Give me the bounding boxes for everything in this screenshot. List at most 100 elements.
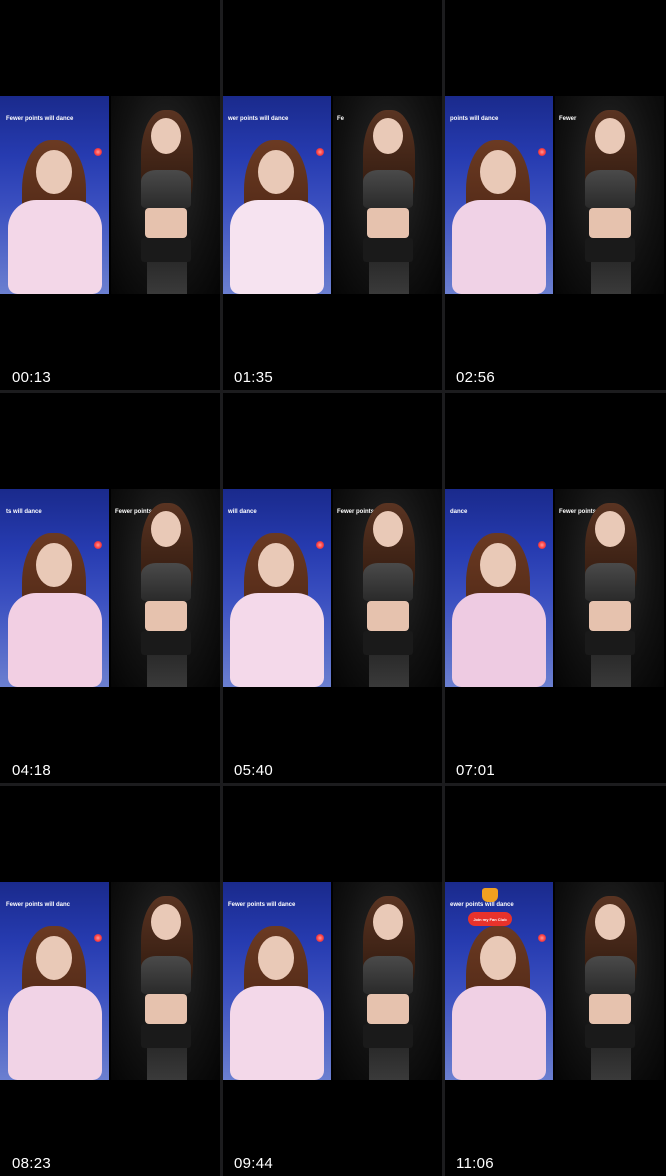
crown-icon bbox=[482, 888, 498, 902]
performer-face bbox=[373, 904, 403, 940]
right-split-frame: Fewer bbox=[555, 96, 664, 294]
stream-caption-secondary: Fewer points bbox=[115, 509, 153, 515]
performer-face bbox=[595, 118, 625, 154]
stage-light-icon bbox=[538, 148, 546, 156]
stream-caption: wer points will dance bbox=[228, 116, 289, 122]
video-thumbnail[interactable]: points will dance Fewer 02:56 bbox=[444, 0, 664, 390]
performer-waist bbox=[145, 994, 187, 1024]
stage-light-icon bbox=[316, 148, 324, 156]
thumbnail-image: Fewer points will danc bbox=[0, 882, 220, 1080]
timestamp-label: 01:35 bbox=[234, 369, 274, 386]
left-split-frame: points will dance bbox=[444, 96, 553, 294]
performer-face bbox=[595, 511, 625, 547]
performer-top bbox=[585, 563, 635, 601]
stream-caption: points will dance bbox=[450, 116, 499, 122]
video-thumbnail[interactable]: Fewer points will dance 00:13 bbox=[0, 0, 220, 390]
video-thumbnail[interactable]: Fewer points will dance 09:44 bbox=[222, 786, 442, 1176]
performer-top bbox=[141, 170, 191, 208]
performer-legs bbox=[147, 1048, 187, 1080]
stage-light-icon bbox=[94, 541, 102, 549]
stage-light-icon bbox=[94, 148, 102, 156]
video-thumbnail[interactable]: ts will dance Fewer points 04:18 bbox=[0, 393, 220, 783]
fan-club-badge: Join my Fan Club bbox=[468, 912, 512, 926]
right-split-frame: Fe bbox=[333, 96, 442, 294]
timestamp-label: 07:01 bbox=[456, 762, 496, 779]
stream-caption: Fewer points will danc bbox=[6, 902, 71, 908]
performer-outfit bbox=[8, 593, 102, 687]
stream-caption: dance bbox=[450, 509, 468, 515]
left-split-frame: wer points will dance bbox=[222, 96, 331, 294]
performer-shorts bbox=[585, 631, 635, 655]
performer-waist bbox=[589, 601, 631, 631]
timestamp-label: 02:56 bbox=[456, 369, 496, 386]
timestamp-label: 04:18 bbox=[12, 762, 52, 779]
performer-outfit bbox=[230, 200, 324, 294]
performer-face bbox=[151, 904, 181, 940]
grid-divider-vertical bbox=[220, 0, 223, 1176]
performer-outfit bbox=[452, 986, 546, 1080]
stream-caption: ewer points will dance bbox=[450, 902, 514, 908]
performer-legs bbox=[147, 655, 187, 687]
stream-caption: will dance bbox=[228, 509, 257, 515]
performer-waist bbox=[367, 994, 409, 1024]
performer-waist bbox=[589, 994, 631, 1024]
performer-top bbox=[363, 170, 413, 208]
performer-legs bbox=[369, 655, 409, 687]
performer-shorts bbox=[363, 631, 413, 655]
performer-face bbox=[480, 936, 516, 980]
left-split-frame: will dance bbox=[222, 489, 331, 687]
performer-face bbox=[480, 150, 516, 194]
timestamp-label: 11:06 bbox=[456, 1155, 494, 1172]
stage-light-icon bbox=[94, 934, 102, 942]
performer-waist bbox=[589, 208, 631, 238]
performer-waist bbox=[367, 601, 409, 631]
performer-outfit bbox=[230, 986, 324, 1080]
performer-face bbox=[595, 904, 625, 940]
grid-divider-horizontal bbox=[0, 783, 666, 786]
right-split-frame: Fewer points v bbox=[333, 489, 442, 687]
stage-light-icon bbox=[538, 541, 546, 549]
performer-waist bbox=[145, 601, 187, 631]
performer-outfit bbox=[452, 593, 546, 687]
performer-legs bbox=[369, 1048, 409, 1080]
right-split-frame bbox=[555, 882, 664, 1080]
performer-top bbox=[363, 563, 413, 601]
video-thumbnail[interactable]: wer points will dance Fe 01:35 bbox=[222, 0, 442, 390]
performer-face bbox=[373, 118, 403, 154]
performer-face bbox=[258, 543, 294, 587]
thumbnail-image: wer points will dance Fe bbox=[222, 96, 442, 294]
performer-outfit bbox=[452, 200, 546, 294]
thumbnail-image: ts will dance Fewer points bbox=[0, 489, 220, 687]
performer-shorts bbox=[141, 1024, 191, 1048]
video-thumbnail[interactable]: ewer points will dance Join my Fan Club 11… bbox=[444, 786, 664, 1176]
grid-divider-horizontal bbox=[0, 390, 666, 393]
stage-light-icon bbox=[316, 541, 324, 549]
stream-caption: ts will dance bbox=[6, 509, 42, 515]
left-split-frame: ts will dance bbox=[0, 489, 109, 687]
performer-top bbox=[585, 170, 635, 208]
timestamp-label: 08:23 bbox=[12, 1155, 52, 1172]
thumbnail-image: Fewer points will dance bbox=[222, 882, 442, 1080]
performer-waist bbox=[367, 208, 409, 238]
video-thumbnail[interactable]: dance Fewer points will c 07:01 bbox=[444, 393, 664, 783]
video-frame-grid: Fewer points will dance 00:13 wer points w… bbox=[0, 0, 666, 1176]
stream-caption-secondary: Fewer bbox=[559, 116, 577, 122]
performer-shorts bbox=[141, 238, 191, 262]
left-split-frame: Fewer points will dance bbox=[0, 96, 109, 294]
performer-shorts bbox=[585, 238, 635, 262]
stream-caption: Fewer points will dance bbox=[6, 116, 74, 122]
performer-shorts bbox=[141, 631, 191, 655]
performer-legs bbox=[369, 262, 409, 294]
grid-divider-vertical bbox=[442, 0, 445, 1176]
video-thumbnail[interactable]: Fewer points will danc 08:23 bbox=[0, 786, 220, 1176]
performer-outfit bbox=[230, 593, 324, 687]
timestamp-label: 00:13 bbox=[12, 369, 52, 386]
performer-top bbox=[363, 956, 413, 994]
thumbnail-image: will dance Fewer points v bbox=[222, 489, 442, 687]
left-split-frame: Fewer points will dance bbox=[222, 882, 331, 1080]
performer-top bbox=[585, 956, 635, 994]
left-split-frame: dance bbox=[444, 489, 553, 687]
video-thumbnail[interactable]: will dance Fewer points v 05:40 bbox=[222, 393, 442, 783]
performer-face bbox=[373, 511, 403, 547]
stream-caption: Fewer points will dance bbox=[228, 902, 296, 908]
